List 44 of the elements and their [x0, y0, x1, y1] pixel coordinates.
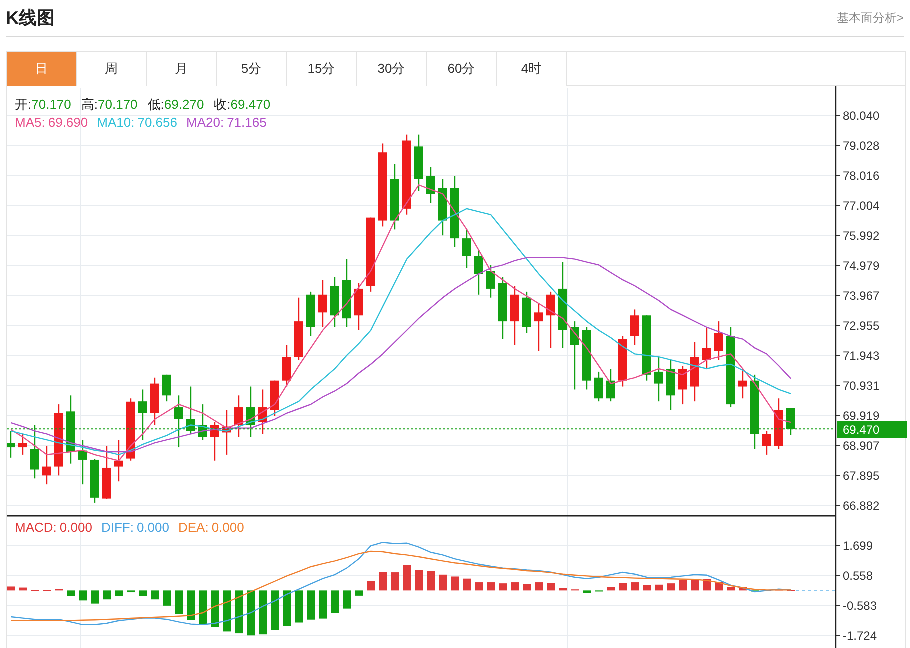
legend-label: MACD:: [15, 519, 57, 537]
legend-label: MA5: [15, 114, 42, 132]
legend-value: 70.170: [98, 96, 138, 114]
axis-label: 72.955: [843, 318, 880, 333]
legend-label: MA10: [97, 114, 132, 132]
axis-label: 73.967: [843, 288, 880, 303]
legend-value: 69.470: [230, 96, 271, 114]
axis-label: 78.016: [843, 168, 880, 183]
ref-line-label: 69.470: [843, 423, 880, 438]
axis-label: 69.919: [843, 408, 880, 423]
page-title: K线图: [6, 6, 55, 30]
axis-label: -1.724: [843, 629, 878, 643]
axis-label: -0.583: [843, 599, 878, 613]
axis-label: 68.907: [843, 438, 880, 453]
legend-label: MA20: [186, 114, 220, 132]
axis-label: 67.895: [843, 468, 880, 483]
legend-label: 开:: [15, 96, 32, 114]
axis-label: 66.882: [843, 498, 880, 513]
axis-label: 70.931: [843, 378, 880, 393]
legend-value: 70.170: [32, 96, 72, 114]
legend-label: DEA:: [178, 519, 209, 537]
legend-label: 低:: [148, 96, 164, 114]
axis-label: 75.992: [843, 228, 880, 243]
axis-label: 0.558: [843, 569, 874, 583]
legend-label: 收:: [214, 96, 231, 114]
legend-separator: :: [42, 114, 46, 132]
legend-label: 高:: [81, 96, 98, 114]
legend-value: 69.270: [164, 96, 204, 114]
legend-value: 0.000: [212, 519, 244, 537]
legend-value: 0.000: [60, 519, 92, 537]
axis-label: 77.004: [843, 198, 880, 213]
axis-label: 80.040: [843, 108, 880, 123]
last-price-tag: 69.470: [837, 421, 907, 438]
axis-label: 1.699: [843, 539, 874, 553]
legend-label: DIFF:: [101, 519, 134, 537]
legend-value: 0.000: [136, 519, 170, 537]
legend-value: 69.690: [48, 114, 88, 132]
axis-label: 71.943: [843, 348, 880, 363]
axis-label: 79.028: [843, 138, 880, 153]
legend-value: 71.165: [227, 114, 267, 132]
legend-separator: :: [220, 114, 224, 132]
legend-separator: :: [131, 114, 135, 132]
axis-label: 74.979: [843, 258, 880, 273]
legend-value: 70.656: [138, 114, 178, 132]
